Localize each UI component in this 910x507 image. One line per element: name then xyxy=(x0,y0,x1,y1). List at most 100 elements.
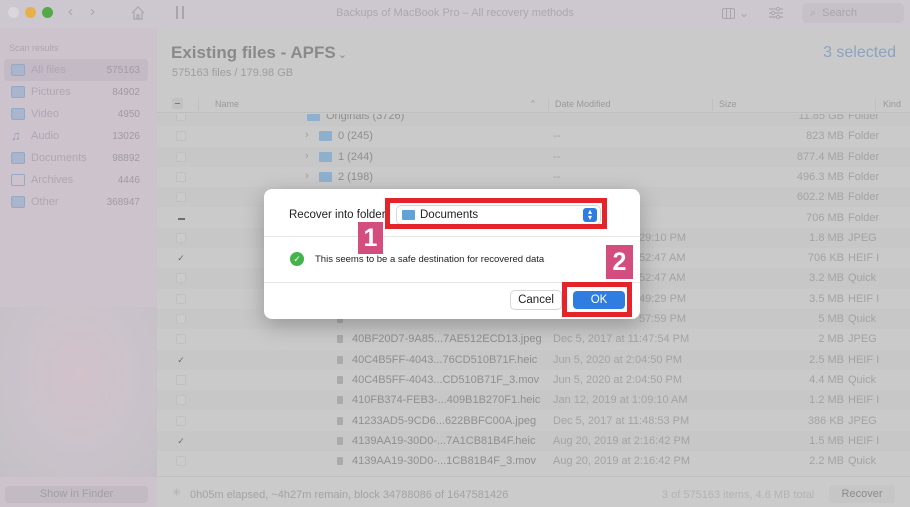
table-row[interactable]: 40C4B5FF-4043...CD510B71F_3.mov Jun 5, 20… xyxy=(157,370,910,390)
table-row[interactable]: 41233AD5-9CD6...622BBFC00A.jpeg Dec 5, 20… xyxy=(157,411,910,431)
file-size: 5 MB xyxy=(818,313,844,325)
selected-count[interactable]: 3 selected xyxy=(823,44,896,62)
forward-arrow-icon[interactable]: › xyxy=(90,3,95,20)
table-row[interactable]: › 2 (198) -- 496.3 MB Folder xyxy=(157,167,910,187)
file-size: 11.85 GB xyxy=(798,114,844,122)
column-divider xyxy=(712,99,713,111)
table-row[interactable]: 40BF20D7-9A85...7AE512ECD13.jpeg Dec 5, 2… xyxy=(157,329,910,349)
column-header-name[interactable]: Name xyxy=(215,99,239,109)
file-icon xyxy=(337,355,343,364)
file-kind: HEIF I xyxy=(848,353,880,366)
view-mode-button[interactable]: ⌄ xyxy=(722,6,749,20)
volume-title-dropdown[interactable]: Existing files - APFS ⌄ xyxy=(171,43,347,63)
row-checkbox[interactable] xyxy=(176,232,186,243)
pause-scan-icon[interactable] xyxy=(176,6,184,19)
file-size: 3.2 MB xyxy=(809,272,844,285)
file-kind: Folder xyxy=(848,170,880,183)
disclosure-chevron-icon[interactable]: › xyxy=(305,129,309,141)
date-modified: 49:29 PM xyxy=(639,292,687,305)
folder-icon xyxy=(319,151,332,162)
sidebar-item-archives[interactable]: Archives 4446 xyxy=(4,169,148,191)
sidebar-item-audio[interactable]: ♫ Audio 13026 xyxy=(4,125,148,147)
row-checkbox[interactable] xyxy=(176,151,186,162)
select-all-checkbox[interactable] xyxy=(172,98,183,109)
search-input[interactable]: ⌕ Search xyxy=(802,3,904,23)
row-checkbox[interactable] xyxy=(176,273,186,284)
file-kind: Quick xyxy=(848,373,877,386)
table-row[interactable]: 410FB374-FEB3-...409B1B270F1.heic Jan 12,… xyxy=(157,390,910,411)
row-checkbox[interactable] xyxy=(176,131,186,142)
sidebar-item-all-files[interactable]: All files 575163 xyxy=(4,59,148,81)
row-checkbox[interactable] xyxy=(176,171,186,182)
checkmark-icon: ✓ xyxy=(290,252,304,266)
sidebar: Scan results All files 575163 Pictures 8… xyxy=(0,28,157,507)
row-checkbox[interactable] xyxy=(176,114,186,121)
row-checkbox[interactable] xyxy=(176,293,186,304)
date-modified: -- xyxy=(553,130,561,143)
highlight-folder-select xyxy=(385,198,607,229)
filter-settings-icon[interactable] xyxy=(768,6,784,20)
recover-button[interactable]: Recover xyxy=(829,485,895,503)
close-window-button[interactable] xyxy=(8,7,19,18)
folder-icon xyxy=(307,114,320,121)
file-size: 2.5 MB xyxy=(809,353,844,366)
safe-destination-message: This seems to be a safe destination for … xyxy=(315,254,545,265)
file-size: 3.5 MB xyxy=(809,292,844,305)
file-kind: Folder xyxy=(848,191,880,204)
home-icon[interactable] xyxy=(130,5,146,21)
documents-icon xyxy=(11,152,25,164)
row-checkbox[interactable] xyxy=(176,374,186,385)
sidebar-item-documents[interactable]: Documents 98892 xyxy=(4,147,148,169)
minimize-window-button[interactable] xyxy=(25,7,36,18)
video-icon xyxy=(11,108,25,120)
date-modified: Aug 20, 2019 at 2:16:42 PM xyxy=(553,455,690,468)
selection-summary: 3 of 575163 items, 4.8 MB total xyxy=(662,489,815,501)
sidebar-item-pictures[interactable]: Pictures 84902 xyxy=(4,81,148,103)
row-checkbox[interactable] xyxy=(176,415,186,426)
disclosure-chevron-icon[interactable]: › xyxy=(305,150,309,162)
other-icon xyxy=(11,196,25,208)
date-modified: -- xyxy=(553,170,561,183)
file-kind: HEIF I xyxy=(848,292,880,305)
sidebar-item-other[interactable]: Other 368947 xyxy=(4,191,148,213)
row-checkbox[interactable] xyxy=(176,395,186,406)
date-modified: Dec 5, 2017 at 11:48:53 PM xyxy=(553,414,690,427)
maximize-window-button[interactable] xyxy=(42,7,53,18)
folder-icon xyxy=(319,131,332,142)
column-header-size[interactable]: Size xyxy=(719,99,737,109)
file-kind: Folder xyxy=(848,211,880,224)
disclosure-chevron-icon[interactable]: › xyxy=(305,170,309,182)
file-size: 706 MB xyxy=(806,211,844,224)
file-icon xyxy=(337,396,343,405)
file-size: 602.2 MB xyxy=(796,191,844,204)
file-kind: HEIF I xyxy=(848,394,880,407)
file-icon xyxy=(337,416,343,425)
search-icon: ⌕ xyxy=(810,6,817,19)
row-checkbox[interactable] xyxy=(176,334,186,345)
table-row[interactable]: › 1 (244) -- 877.4 MB Folder xyxy=(157,146,910,167)
row-checkbox[interactable]: ✓ xyxy=(176,355,186,365)
column-header-date[interactable]: Date Modified xyxy=(555,99,611,109)
table-row[interactable]: 4139AA19-30D0-...1CB81B4F_3.mov Aug 20, 2… xyxy=(157,451,910,471)
step-badge-2: 2 xyxy=(606,245,633,279)
back-arrow-icon[interactable]: ‹ xyxy=(68,3,73,20)
column-divider xyxy=(875,99,876,111)
table-row[interactable]: ✓ 4139AA19-30D0-...7A1CB81B4F.heic Aug 20,… xyxy=(157,430,910,452)
file-size: 1.8 MB xyxy=(809,231,844,244)
row-checkbox[interactable] xyxy=(176,314,186,324)
row-checkbox[interactable] xyxy=(176,456,186,467)
table-row[interactable]: › 0 (245) -- 823 MB Folder xyxy=(157,126,910,146)
file-name: 4139AA19-30D0-...7A1CB81B4F.heic xyxy=(352,434,536,447)
column-header-kind[interactable]: Kind xyxy=(883,99,901,109)
table-row[interactable]: Originals (3726) 11.85 GB Folder xyxy=(157,114,910,127)
folder-icon xyxy=(319,171,332,182)
cancel-button[interactable]: Cancel xyxy=(511,291,561,309)
show-in-finder-button[interactable]: Show in Finder xyxy=(5,486,148,503)
row-checkbox[interactable]: ✓ xyxy=(176,253,186,263)
row-checkbox[interactable]: ✓ xyxy=(176,436,186,446)
file-size: 4.4 MB xyxy=(809,373,844,386)
row-checkbox[interactable] xyxy=(176,213,186,223)
row-checkbox[interactable] xyxy=(176,192,186,203)
sidebar-item-video[interactable]: Video 4950 xyxy=(4,103,148,125)
table-row[interactable]: ✓ 40C4B5FF-4043...76CD510B71F.heic Jun 5, … xyxy=(157,349,910,370)
